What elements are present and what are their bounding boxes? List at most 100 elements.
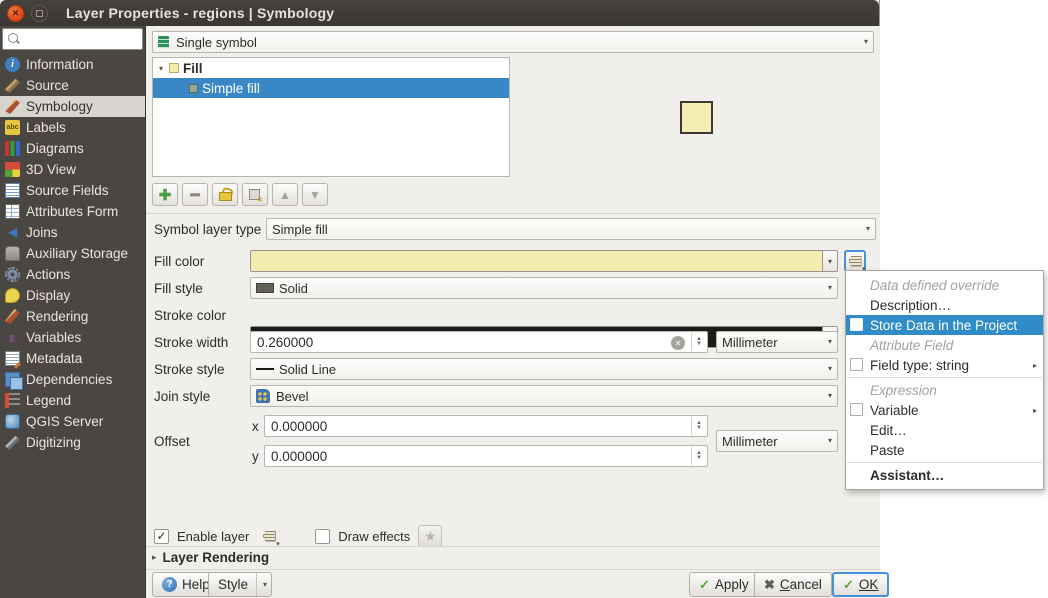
move-down-button[interactable]: ▼	[302, 183, 328, 206]
sidebar-item-diagrams[interactable]: Diagrams	[0, 138, 145, 159]
divider	[146, 569, 880, 570]
menu-separator	[847, 462, 1042, 463]
data-defined-override-icon	[263, 531, 276, 542]
sidebar-item-metadata[interactable]: Metadata	[0, 348, 145, 369]
duplicate-symbol-layer-button[interactable]	[242, 183, 268, 206]
sidebar-item-rendering[interactable]: Rendering	[0, 306, 145, 327]
open-lock-icon	[219, 188, 231, 201]
menu-item-variable[interactable]: Variable ▸	[846, 400, 1043, 420]
check-icon: ✓	[699, 577, 710, 593]
sidebar-item-joins[interactable]: ◀Joins	[0, 222, 145, 243]
sidebar-item-symbology[interactable]: Symbology	[0, 96, 145, 117]
simple-fill-swatch-icon	[189, 84, 198, 93]
sidebar-item-qgis-server[interactable]: QGIS Server	[0, 411, 145, 432]
draw-effects-checkbox[interactable]	[315, 529, 330, 544]
search-icon	[7, 32, 20, 45]
offset-x-value[interactable]	[265, 416, 707, 436]
solid-swatch-icon	[256, 283, 274, 293]
menu-item-paste[interactable]: Paste	[846, 440, 1043, 460]
chevron-down-icon[interactable]: ▾	[256, 573, 267, 596]
ok-button[interactable]: ✓ OK	[832, 572, 889, 597]
sidebar-item-legend[interactable]: Legend	[0, 390, 145, 411]
tree-row-fill[interactable]: ▾ Fill	[153, 58, 509, 78]
divider	[146, 546, 880, 547]
dialog-button-row: ? Help Style ▾ ✓ Apply ✖ Cancel ✓ OK	[146, 572, 880, 598]
metadata-icon	[5, 351, 20, 366]
fill-style-label: Fill style	[154, 277, 250, 299]
remove-symbol-layer-button[interactable]: ━	[182, 183, 208, 206]
offset-x-input[interactable]: ▲▼	[264, 415, 708, 437]
checkbox-icon[interactable]	[850, 318, 863, 331]
move-up-button[interactable]: ▲	[272, 183, 298, 206]
sidebar-item-labels[interactable]: abcLabels	[0, 117, 145, 138]
chevron-down-icon[interactable]: ▾	[822, 251, 837, 271]
clear-icon[interactable]: ✕	[671, 336, 685, 350]
search-input[interactable]	[2, 28, 143, 50]
spinner-control[interactable]: ▲▼	[691, 447, 706, 465]
offset-y-value[interactable]	[265, 446, 707, 466]
symbol-layer-type-combo[interactable]: Simple fill ▾	[266, 218, 876, 240]
sidebar-item-source-fields[interactable]: Source Fields	[0, 180, 145, 201]
legend-icon	[5, 393, 20, 408]
sidebar-item-actions[interactable]: Actions	[0, 264, 145, 285]
stroke-width-input[interactable]: ✕ ▲▼	[250, 331, 708, 353]
stroke-style-combo[interactable]: Solid Line ▾	[250, 358, 838, 380]
join-style-combo[interactable]: Bevel ▾	[250, 385, 838, 407]
stroke-width-value[interactable]	[251, 332, 707, 352]
fill-color-label: Fill color	[154, 250, 250, 272]
joins-icon: ◀	[5, 225, 20, 240]
restore-icon[interactable]	[31, 5, 48, 22]
minus-icon: ━	[190, 186, 199, 204]
sidebar-item-display[interactable]: Display	[0, 285, 145, 306]
expander-icon[interactable]: ▾	[153, 64, 169, 73]
offset-y-input[interactable]: ▲▼	[264, 445, 708, 467]
join-style-label: Join style	[154, 385, 250, 407]
triangle-up-icon: ▲	[279, 188, 291, 202]
sidebar-item-dependencies[interactable]: Dependencies	[0, 369, 145, 390]
3d-view-icon	[5, 162, 20, 177]
menu-item-field-type[interactable]: Field type: string ▸	[846, 355, 1043, 375]
spinner-control[interactable]: ▲▼	[691, 417, 706, 435]
chevron-down-icon: ▾	[828, 283, 832, 292]
enable-layer-label: Enable layer	[177, 529, 249, 544]
variables-icon: ε	[5, 330, 20, 345]
sidebar-item-attributes-form[interactable]: Attributes Form	[0, 201, 145, 222]
symbology-panel: Single symbol ▾ ▾ Fill Simple fill ✚ ━ ▲…	[146, 26, 880, 598]
chevron-down-icon: ▾	[866, 224, 870, 233]
chevron-down-icon: ▾	[828, 436, 832, 445]
enable-layer-checkbox[interactable]: ✓	[154, 529, 169, 544]
menu-item-assistant[interactable]: Assistant…	[846, 465, 1043, 485]
enable-layer-data-defined-button[interactable]	[257, 526, 281, 546]
add-symbol-layer-button[interactable]: ✚	[152, 183, 178, 206]
close-icon[interactable]: ✕	[7, 5, 24, 22]
sidebar-item-auxiliary-storage[interactable]: Auxiliary Storage	[0, 243, 145, 264]
checkbox-icon[interactable]	[850, 403, 863, 416]
apply-button[interactable]: ✓ Apply	[689, 572, 759, 597]
effects-customize-button[interactable]: ★	[418, 525, 442, 547]
symbol-layer-toolbar: ✚ ━ ▲ ▼	[152, 183, 328, 206]
checkbox-icon[interactable]	[850, 358, 863, 371]
information-icon: i	[5, 57, 20, 72]
tree-row-simple-fill[interactable]: Simple fill	[153, 78, 509, 98]
spinner-control[interactable]: ▲▼	[691, 333, 706, 351]
symbol-type-combo[interactable]: Single symbol ▾	[152, 31, 874, 53]
fill-color-button[interactable]: ▾	[250, 250, 838, 272]
sidebar-item-source[interactable]: Source	[0, 75, 145, 96]
layer-rendering-section[interactable]: ▸ Layer Rendering	[152, 550, 269, 565]
menu-item-description[interactable]: Description…	[846, 295, 1043, 315]
sidebar-item-variables[interactable]: εVariables	[0, 327, 145, 348]
sidebar-item-information[interactable]: iInformation	[0, 54, 145, 75]
stroke-width-unit-combo[interactable]: Millimeter ▾	[716, 331, 838, 353]
fill-style-combo[interactable]: Solid ▾	[250, 277, 838, 299]
help-icon: ?	[162, 577, 177, 592]
offset-unit-combo[interactable]: Millimeter ▾	[716, 430, 838, 452]
sidebar-item-digitizing[interactable]: Digitizing	[0, 432, 145, 453]
fill-color-data-defined-button[interactable]	[844, 250, 866, 272]
menu-item-edit[interactable]: Edit…	[846, 420, 1043, 440]
style-button[interactable]: Style ▾	[208, 572, 272, 597]
cancel-button[interactable]: ✖ Cancel	[754, 572, 832, 597]
lock-colors-button[interactable]	[212, 183, 238, 206]
menu-item-store-data-in-project[interactable]: Store Data in the Project	[846, 315, 1043, 335]
symbol-layers-tree: ▾ Fill Simple fill	[152, 57, 510, 177]
sidebar-item-3d-view[interactable]: 3D View	[0, 159, 145, 180]
